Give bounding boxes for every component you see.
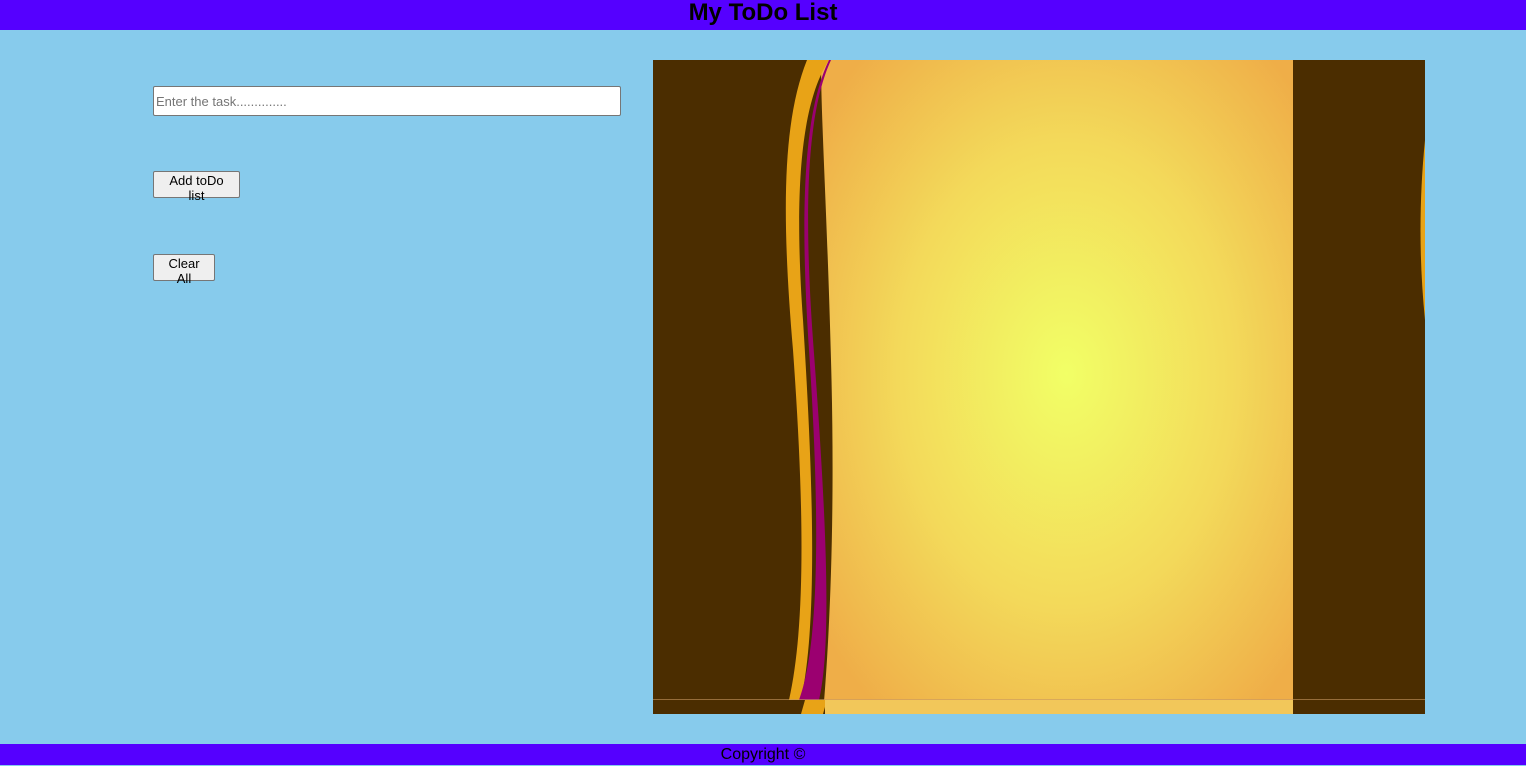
app-header: My ToDo List: [0, 0, 1526, 30]
copyright-text: Copyright ©: [720, 746, 806, 763]
abstract-wave-graphic: [653, 60, 1425, 714]
add-todo-button[interactable]: Add toDo list: [153, 171, 240, 203]
task-input[interactable]: [153, 86, 621, 116]
clear-all-button[interactable]: Clear All: [153, 254, 215, 286]
footer: Copyright ©: [0, 744, 1526, 765]
page-title: My ToDo List: [688, 0, 838, 26]
decorative-background-image: [653, 60, 1425, 714]
